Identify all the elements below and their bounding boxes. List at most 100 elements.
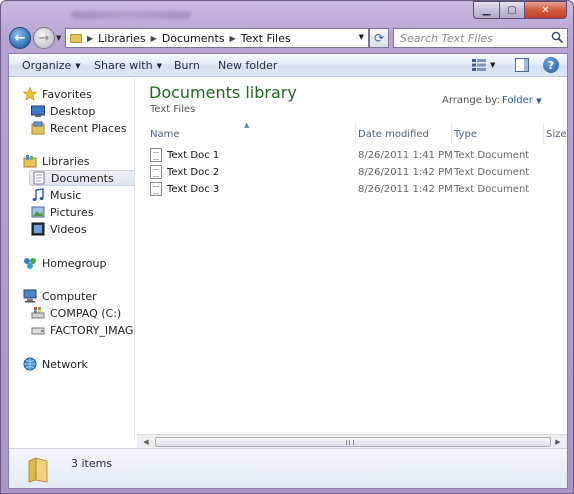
file-pane: Documents library Text Files Arrange by:… [136, 78, 567, 440]
file-type: Text Document [454, 167, 530, 178]
nav-homegroup[interactable]: Homegroup [23, 255, 106, 271]
text-document-icon [150, 148, 162, 162]
chevron-down-icon: ▼ [536, 97, 542, 105]
new-folder-button[interactable]: New folder [218, 59, 277, 72]
nav-recent-places-label: Recent Places [50, 121, 127, 135]
windows-drive-icon [31, 307, 45, 319]
file-row[interactable]: Text Doc 3 8/26/2011 1:42 PM Text Docume… [150, 182, 560, 198]
window-title-bar [71, 11, 191, 19]
nav-pictures[interactable]: Pictures [31, 204, 94, 220]
scrollbar-thumb[interactable] [155, 437, 551, 447]
grip-icon [346, 440, 354, 445]
nav-computer[interactable]: Computer [23, 288, 97, 304]
details-pane: 3 items [9, 448, 567, 488]
file-row[interactable]: Text Doc 2 8/26/2011 1:42 PM Text Docume… [150, 165, 560, 181]
star-icon [23, 87, 37, 101]
scroll-left-icon[interactable]: ◀ [139, 436, 153, 448]
views-dropdown-icon[interactable]: ▼ [490, 61, 495, 69]
refresh-button[interactable]: ⟳ [369, 28, 389, 48]
nav-music[interactable]: Music [31, 187, 81, 203]
nav-homegroup-label: Homegroup [42, 256, 107, 270]
arrange-by-value: Folder [502, 95, 533, 106]
recent-pages-dropdown[interactable]: ▼ [56, 34, 61, 42]
nav-drive-c-label: COMPAQ (C:) [50, 306, 122, 320]
library-subtitle: Text Files [150, 104, 196, 115]
minimize-button[interactable]: ▁ [473, 1, 499, 19]
breadcrumb-libraries[interactable]: Libraries [98, 32, 146, 45]
file-date: 8/26/2011 1:42 PM [358, 184, 453, 195]
column-divider[interactable] [451, 124, 452, 144]
horizontal-scrollbar[interactable]: ◀ ▶ [137, 434, 567, 449]
search-icon[interactable] [551, 31, 564, 44]
folder-icon [28, 457, 48, 483]
nav-videos[interactable]: Videos [31, 221, 87, 237]
folder-icon [70, 33, 82, 43]
nav-documents[interactable]: Documents [29, 170, 134, 186]
computer-icon [23, 289, 37, 303]
nav-favorites-label: Favorites [42, 87, 92, 101]
preview-pane-icon[interactable] [515, 58, 529, 72]
network-icon [23, 357, 37, 371]
explorer-content: Organize ▼ Share with ▼ Burn New folder ▼ … [8, 53, 568, 489]
nav-network-label: Network [42, 357, 88, 371]
nav-videos-label: Videos [50, 222, 87, 236]
file-row[interactable]: Text Doc 1 8/26/2011 1:41 PM Text Docume… [150, 148, 560, 164]
column-header-size[interactable]: Size [546, 125, 566, 143]
nav-drive-d[interactable]: FACTORY_IMAGE (D [31, 322, 135, 338]
nav-recent-places[interactable]: Recent Places [31, 120, 127, 136]
pictures-icon [31, 206, 45, 218]
nav-favorites[interactable]: Favorites [23, 86, 92, 102]
text-document-icon [150, 182, 162, 196]
text-document-icon [150, 165, 162, 179]
share-with-button[interactable]: Share with ▼ [94, 59, 162, 72]
file-date: 8/26/2011 1:41 PM [358, 150, 453, 161]
chevron-down-icon: ▼ [156, 62, 162, 70]
organize-button[interactable]: Organize ▼ [22, 59, 81, 72]
nav-music-label: Music [50, 188, 82, 202]
nav-drive-c[interactable]: COMPAQ (C:) [31, 305, 121, 321]
arrange-by-dropdown[interactable]: Folder ▼ [502, 95, 541, 106]
column-header-date-modified[interactable]: Date modified [358, 125, 450, 143]
nav-desktop[interactable]: Desktop [31, 103, 95, 119]
file-name: Text Doc 3 [167, 184, 220, 195]
scroll-right-icon[interactable]: ▶ [551, 436, 565, 448]
maximize-button[interactable]: ▢ [499, 1, 525, 19]
navigation-pane: Favorites Desktop Recent Places Librarie… [9, 78, 135, 440]
change-view-icon[interactable] [472, 59, 486, 71]
nav-libraries[interactable]: Libraries [23, 153, 90, 169]
caption-buttons: ▁ ▢ ✕ [473, 1, 567, 19]
chevron-right-icon[interactable]: ▶ [230, 34, 236, 43]
address-bar[interactable]: ▶ Libraries ▶ Documents ▶ Text Files ▼ [65, 28, 369, 48]
nav-drive-d-label: FACTORY_IMAGE (D [50, 323, 135, 337]
breadcrumb-documents[interactable]: Documents [162, 32, 225, 45]
breadcrumb-text-files[interactable]: Text Files [241, 32, 291, 45]
nav-pictures-label: Pictures [50, 205, 94, 219]
arrange-by-label: Arrange by: [442, 95, 500, 106]
close-button[interactable]: ✕ [525, 1, 567, 19]
column-divider[interactable] [355, 124, 356, 144]
chevron-right-icon[interactable]: ▶ [87, 34, 93, 43]
nav-network[interactable]: Network [23, 356, 88, 372]
address-dropdown-icon[interactable]: ▼ [359, 33, 364, 41]
nav-documents-label: Documents [51, 171, 114, 185]
recent-places-icon [31, 121, 45, 135]
chevron-right-icon[interactable]: ▶ [151, 34, 157, 43]
file-date: 8/26/2011 1:42 PM [358, 167, 453, 178]
column-header-type[interactable]: Type [454, 125, 542, 143]
file-type: Text Document [454, 150, 530, 161]
forward-button[interactable]: → [33, 27, 55, 49]
file-type: Text Document [454, 184, 530, 195]
column-divider[interactable] [543, 124, 544, 144]
library-title: Documents library [149, 83, 297, 102]
nav-libraries-label: Libraries [42, 154, 90, 168]
help-icon[interactable]: ? [543, 57, 559, 73]
burn-button[interactable]: Burn [174, 59, 200, 72]
back-button[interactable]: ← [9, 27, 31, 49]
search-box[interactable] [393, 28, 568, 48]
column-header-name[interactable]: Name [150, 125, 354, 143]
nav-desktop-label: Desktop [50, 104, 96, 118]
search-input[interactable] [394, 29, 544, 47]
command-bar: Organize ▼ Share with ▼ Burn New folder ▼ … [9, 54, 567, 77]
back-arrow-icon: ← [14, 30, 26, 46]
file-name: Text Doc 1 [167, 150, 220, 161]
